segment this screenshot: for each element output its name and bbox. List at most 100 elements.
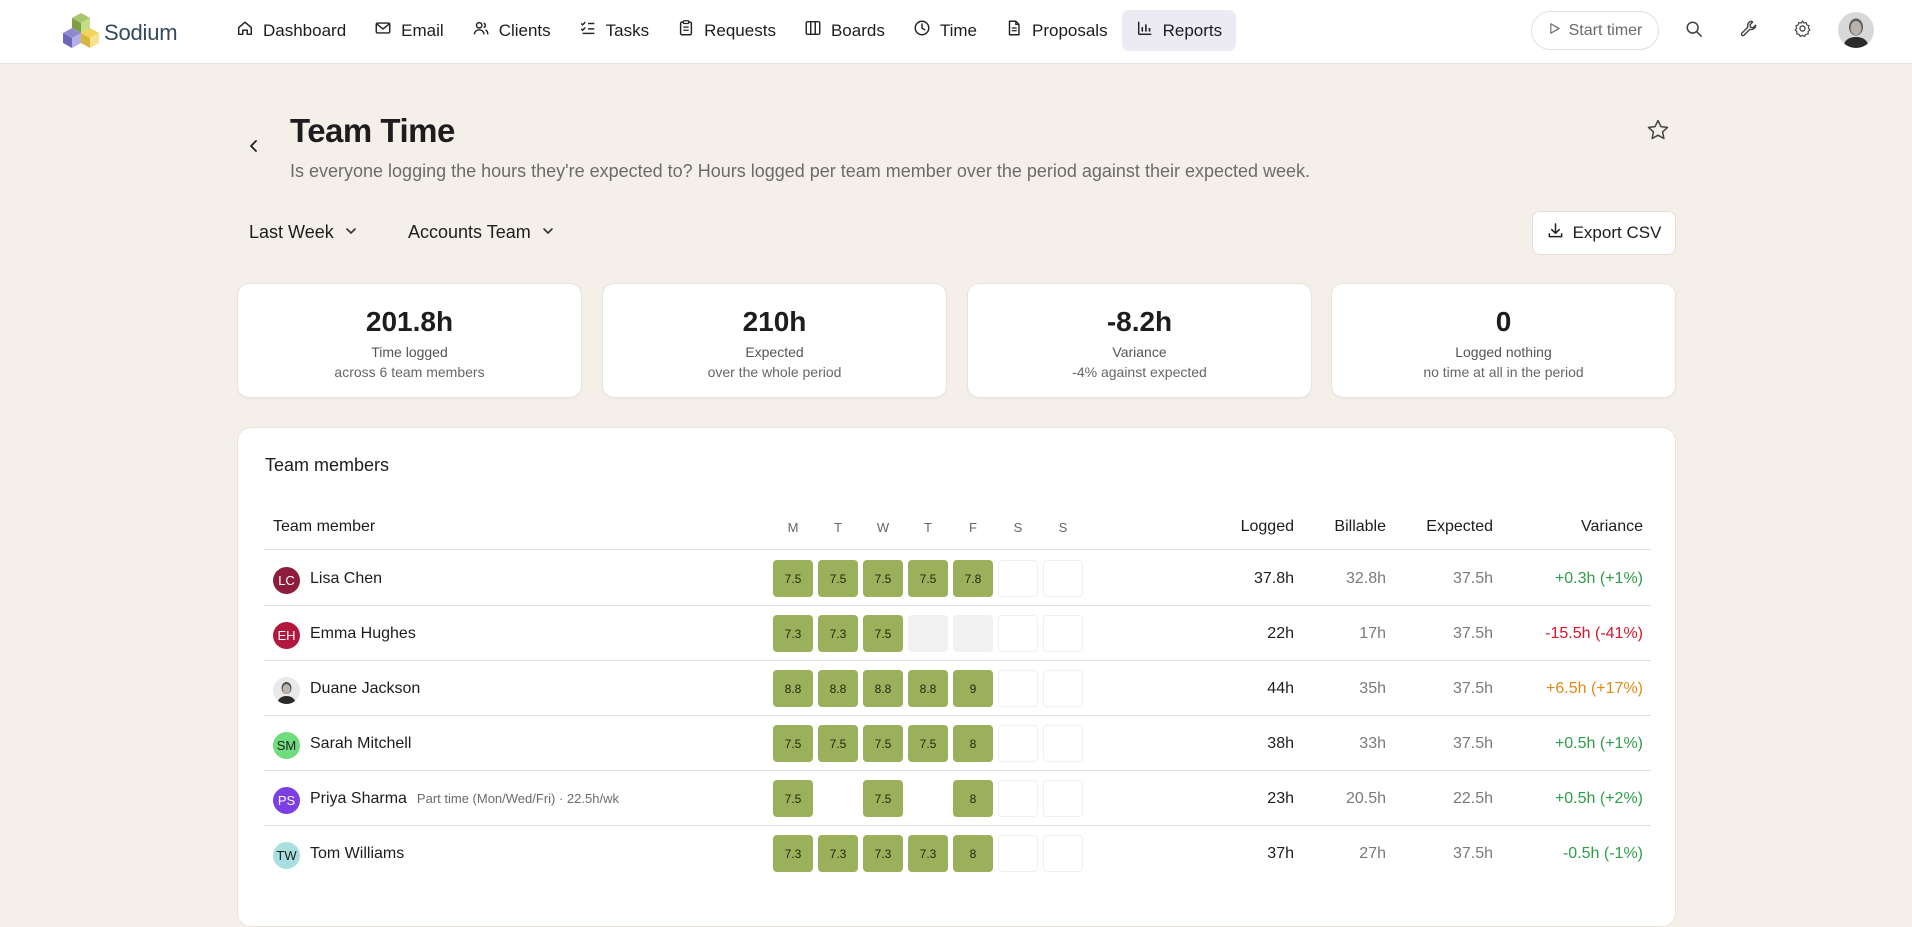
day-hours-cell: 7.3: [908, 835, 948, 872]
logged-hours: 37h: [1267, 845, 1294, 862]
nav-item-requests[interactable]: Requests: [663, 10, 790, 51]
table-row[interactable]: LC Lisa Chen 7.5 7.5 7.5 7.5 7.8 37.8h 32.8h 37.5…: [264, 551, 1651, 606]
member-name-text: Tom Williams: [310, 845, 405, 862]
stat-card: 0 Logged nothing no time at all in the per…: [1331, 283, 1676, 398]
nav-item-label: Boards: [830, 20, 885, 40]
member-initials: TW: [276, 848, 297, 863]
member-name[interactable]: Duane Jackson: [310, 680, 420, 698]
day-hours-cell: [998, 725, 1038, 762]
stat-value: 210h: [742, 306, 807, 337]
table-row[interactable]: TW Tom Williams 7.3 7.3 7.3 7.3 8 37h 27h 37.5h -0…: [264, 826, 1651, 881]
member-initials: LC: [278, 573, 295, 588]
variance-value: +0.5h (+1%): [1554, 735, 1643, 752]
header-billable: Billable: [1334, 518, 1386, 535]
day-hours-cell: [1043, 615, 1083, 652]
nav-item-boards[interactable]: Boards: [790, 10, 899, 51]
member-name[interactable]: Sarah Mitchell: [310, 735, 411, 753]
users-icon: [472, 19, 490, 42]
nav-item-clients[interactable]: Clients: [458, 10, 565, 51]
team-dropdown[interactable]: Accounts Team: [408, 222, 555, 243]
table-row[interactable]: PS Priya Sharma Part time (Mon/Wed/Fri) · …: [264, 771, 1651, 826]
nav-item-label: Email: [401, 20, 444, 40]
nav-item-label: Time: [939, 20, 977, 40]
day-hours-cell: 8.8: [908, 670, 948, 707]
clock-icon: [913, 19, 931, 42]
day-hours-cell: [1043, 835, 1083, 872]
table-row[interactable]: EH Emma Hughes 7.3 7.3 7.5 22h 17h 37.5h -15.5h …: [264, 606, 1651, 661]
tools-button[interactable]: [1735, 18, 1761, 44]
member-initials: SM: [276, 738, 297, 753]
nav-item-label: Proposals: [1031, 20, 1108, 40]
gear-icon: [1793, 19, 1812, 43]
day-hours-cell: [1043, 670, 1083, 707]
nav-item-proposals[interactable]: Proposals: [991, 10, 1122, 51]
member-avatar: TW: [273, 842, 300, 869]
stat-value: 0: [1495, 306, 1512, 337]
nav-item-reports[interactable]: Reports: [1121, 10, 1237, 51]
header-variance: Variance: [1581, 518, 1643, 535]
day-hours-cell: 7.5: [863, 725, 903, 762]
day-hours-cell: 8: [953, 780, 993, 817]
day-hours-cell: 8.8: [773, 670, 813, 707]
play-icon: [1548, 22, 1561, 40]
day-hours-cell: 7.5: [818, 560, 858, 597]
day-hours-cell: 7.5: [818, 725, 858, 762]
period-dropdown[interactable]: Last Week: [249, 222, 358, 243]
logged-hours: 37.8h: [1253, 570, 1294, 587]
billable-hours: 32.8h: [1345, 570, 1386, 587]
member-name[interactable]: Tom Williams: [310, 845, 404, 863]
nav-item-email[interactable]: Email: [360, 10, 458, 51]
member-name[interactable]: Emma Hughes: [310, 625, 416, 643]
day-header: M: [787, 520, 799, 535]
day-hours-cell: 9: [953, 670, 993, 707]
day-hours-cell: [953, 615, 993, 652]
expected-hours: 37.5h: [1452, 735, 1493, 752]
day-hours-cell: 7.5: [773, 725, 813, 762]
member-name[interactable]: Priya Sharma Part time (Mon/Wed/Fri) · 22…: [310, 790, 619, 808]
billable-hours: 27h: [1359, 845, 1386, 862]
member-name-text: Duane Jackson: [310, 680, 421, 697]
logged-hours: 44h: [1267, 680, 1294, 697]
stat-card: 210h Expected over the whole period: [602, 283, 947, 398]
member-avatar: LC: [273, 567, 300, 594]
billable-hours: 35h: [1359, 680, 1386, 697]
variance-value: +6.5h (+17%): [1546, 680, 1643, 697]
settings-button[interactable]: [1789, 18, 1815, 44]
day-hours-cell: 8: [953, 835, 993, 872]
day-hours-cell: 7.5: [863, 615, 903, 652]
table-row[interactable]: Duane Jackson 8.8 8.8 8.8 8.8 9 44h 35h 37.5h +6.…: [264, 661, 1651, 716]
nav-item-label: Clients: [498, 20, 551, 40]
start-timer-button[interactable]: Start timer: [1531, 11, 1659, 50]
brand-name: Sodium: [104, 19, 178, 45]
back-button[interactable]: [244, 136, 264, 156]
nav-item-tasks[interactable]: Tasks: [565, 10, 663, 51]
day-hours-cell: 7.5: [863, 560, 903, 597]
stat-label: Time logged: [371, 344, 448, 360]
member-name[interactable]: Lisa Chen: [310, 570, 382, 588]
variance-value: -15.5h (-41%): [1545, 625, 1643, 642]
day-header: S: [1013, 520, 1023, 535]
columns-icon: [804, 19, 822, 42]
favourite-button[interactable]: [1646, 118, 1670, 142]
period-value: Last Week: [249, 222, 334, 242]
nav-item-dashboard[interactable]: Dashboard: [222, 10, 360, 51]
member-name-text: Sarah Mitchell: [310, 735, 412, 752]
expected-hours: 37.5h: [1452, 845, 1493, 862]
day-hours-cell: [998, 835, 1038, 872]
billable-hours: 33h: [1359, 735, 1386, 752]
day-hours-cell: [1043, 560, 1083, 597]
search-button[interactable]: [1681, 18, 1707, 44]
wrench-icon: [1739, 19, 1758, 43]
document-icon: [1005, 19, 1023, 42]
user-avatar[interactable]: [1838, 12, 1874, 48]
nav-item-time[interactable]: Time: [899, 10, 991, 51]
export-csv-button[interactable]: Export CSV: [1532, 211, 1676, 255]
member-avatar: EH: [273, 622, 300, 649]
day-hours-cell: 8.8: [818, 670, 858, 707]
expected-hours: 37.5h: [1452, 570, 1493, 587]
table-row[interactable]: SM Sarah Mitchell 7.5 7.5 7.5 7.5 8 38h 33h 37.5h…: [264, 716, 1651, 771]
day-hours-cell: [908, 615, 948, 652]
day-hours-cell: 7.3: [863, 835, 903, 872]
brand[interactable]: Sodium: [62, 11, 178, 54]
page-title: Team Time: [290, 112, 455, 149]
